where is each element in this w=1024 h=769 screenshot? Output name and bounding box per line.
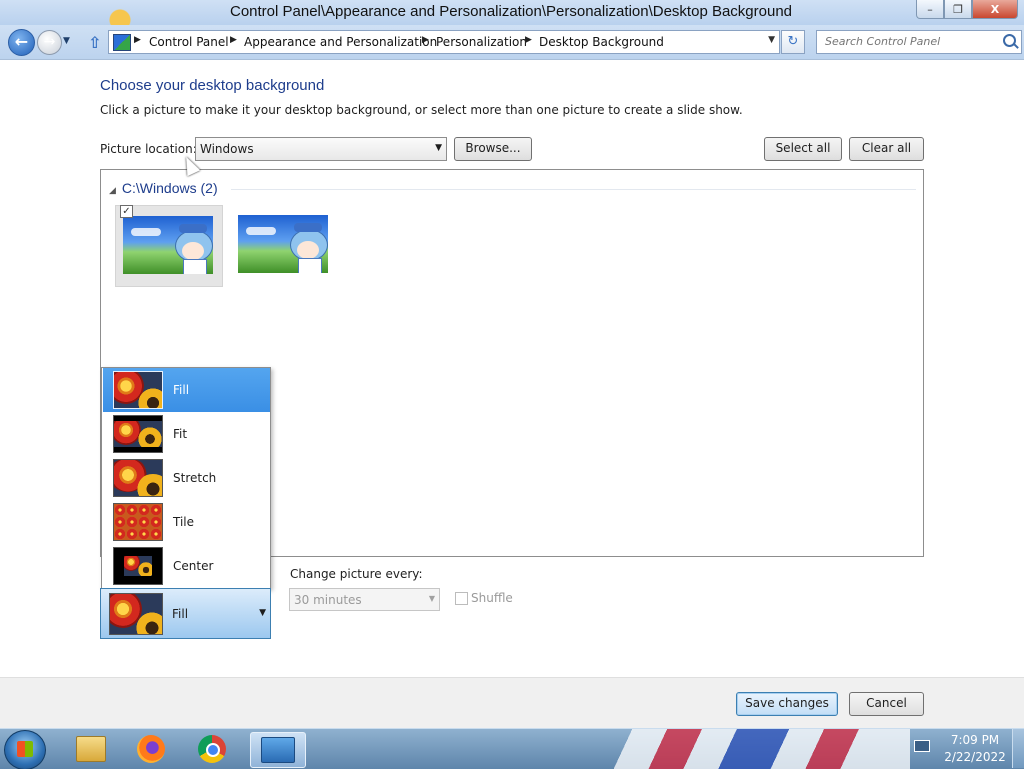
- breadcrumb-separator-icon[interactable]: ▶: [422, 35, 429, 45]
- window-title: Control Panel\Appearance and Personaliza…: [229, 3, 793, 20]
- back-arrow-icon: ←: [14, 32, 29, 51]
- control-panel-taskbar-icon[interactable]: [250, 732, 306, 768]
- change-picture-label: Change picture every:: [290, 567, 423, 581]
- chevron-down-icon: ▼: [259, 608, 266, 618]
- wallpaper-image: [238, 215, 328, 273]
- restore-icon: ❐: [953, 2, 963, 16]
- position-option-label: Tile: [173, 515, 195, 529]
- chrome-icon[interactable]: [192, 732, 232, 766]
- breadcrumb-control-panel[interactable]: Control Panel: [149, 35, 229, 49]
- position-option-label: Center: [173, 559, 214, 573]
- search-icon[interactable]: [1003, 34, 1016, 47]
- close-button[interactable]: X: [972, 0, 1018, 19]
- position-option-stretch[interactable]: Stretch: [103, 456, 270, 500]
- up-arrow-icon[interactable]: ⇧: [88, 33, 101, 52]
- group-divider: [231, 189, 916, 190]
- breadcrumb-separator-icon[interactable]: ▶: [230, 35, 237, 45]
- center-preview-icon: [113, 547, 163, 585]
- interval-value: 30 minutes: [294, 593, 362, 607]
- refresh-icon: ↻: [787, 34, 799, 49]
- breadcrumb-personalization[interactable]: Personalization: [436, 35, 527, 49]
- restore-button[interactable]: ❐: [944, 0, 972, 19]
- clock-date[interactable]: 2/22/2022: [943, 750, 1007, 764]
- stretch-preview-icon: [113, 459, 163, 497]
- picture-position-dropdown-list: Fill Fit Stretch Tile Center: [101, 367, 271, 589]
- chevron-down-icon: ▼: [435, 143, 442, 153]
- collapse-arrow-icon[interactable]: ◢: [109, 185, 116, 195]
- navigation-bar: ← → ▼ ⇧ ▶ Control Panel ▶ Appearance and…: [0, 25, 1024, 60]
- search-box[interactable]: [816, 30, 1022, 54]
- position-option-label: Fill: [173, 383, 190, 397]
- fill-preview-icon: [113, 371, 163, 409]
- chevron-down-icon: ▼: [428, 594, 435, 603]
- back-button[interactable]: ←: [8, 29, 35, 56]
- wallpaper-thumbnail[interactable]: [231, 205, 337, 285]
- address-dropdown-icon[interactable]: ▼: [768, 35, 775, 45]
- cancel-button[interactable]: Cancel: [849, 692, 924, 716]
- forward-arrow-icon: →: [43, 34, 56, 50]
- taskbar: [0, 728, 1024, 769]
- picture-location-value: Windows: [200, 142, 254, 156]
- minimize-icon: –: [927, 2, 933, 16]
- save-changes-button[interactable]: Save changes: [736, 692, 838, 716]
- picture-location-label: Picture location:: [100, 142, 197, 156]
- window-controls: – ❐ X: [916, 0, 1018, 20]
- minimize-button[interactable]: –: [916, 0, 944, 19]
- search-input[interactable]: [825, 35, 995, 48]
- close-icon: X: [990, 2, 1000, 16]
- breadcrumb-desktop-background[interactable]: Desktop Background: [539, 35, 664, 49]
- breadcrumb-separator-icon[interactable]: ▶: [525, 35, 532, 45]
- wallpaper-checkbox[interactable]: ✓: [120, 205, 133, 218]
- select-all-button[interactable]: Select all: [764, 137, 842, 161]
- tile-preview-icon: [113, 503, 163, 541]
- position-option-label: Fit: [173, 427, 188, 441]
- picture-position-value: Fill: [172, 607, 189, 621]
- fit-preview-icon: [113, 415, 163, 453]
- position-option-label: Stretch: [173, 471, 217, 485]
- control-panel-icon: [113, 34, 131, 51]
- picture-location-select[interactable]: Windows ▼: [195, 137, 447, 161]
- show-desktop-button[interactable]: [1012, 729, 1024, 768]
- browse-button[interactable]: Browse...: [454, 137, 532, 161]
- position-option-tile[interactable]: Tile: [103, 500, 270, 544]
- windows-explorer-icon[interactable]: [70, 732, 110, 766]
- title-bar: Control Panel\Appearance and Personaliza…: [0, 0, 1024, 60]
- breadcrumb-appearance[interactable]: Appearance and Personalization: [244, 35, 437, 49]
- wallpaper-image: [123, 216, 213, 274]
- position-option-fit[interactable]: Fit: [103, 412, 270, 456]
- shuffle-label: Shuffle: [471, 591, 513, 605]
- interval-select[interactable]: 30 minutes ▼: [289, 588, 440, 611]
- forward-button[interactable]: →: [37, 30, 62, 55]
- address-bar[interactable]: ▶ Control Panel ▶ Appearance and Persona…: [108, 30, 780, 54]
- fill-preview-icon: [109, 593, 163, 635]
- recent-pages-dropdown[interactable]: ▼: [63, 36, 70, 46]
- page-description: Click a picture to make it your desktop …: [100, 103, 743, 117]
- page-title: Choose your desktop background: [100, 77, 325, 94]
- group-header[interactable]: ◢ C:\Windows (2): [109, 180, 218, 196]
- firefox-icon[interactable]: [131, 732, 171, 766]
- breadcrumb-separator-icon[interactable]: ▶: [134, 35, 141, 45]
- taskbar-wallpaper-art: [580, 729, 910, 769]
- position-option-fill[interactable]: Fill: [103, 368, 270, 412]
- clear-all-button[interactable]: Clear all: [849, 137, 924, 161]
- position-option-center[interactable]: Center: [103, 544, 270, 588]
- start-orb-icon[interactable]: [4, 730, 46, 769]
- network-icon[interactable]: [914, 740, 930, 754]
- clock-time[interactable]: 7:09 PM: [943, 733, 1007, 747]
- group-title: C:\Windows (2): [121, 180, 218, 196]
- refresh-button[interactable]: ↻: [781, 30, 805, 54]
- picture-position-select[interactable]: Fill ▼: [100, 588, 271, 639]
- checkmark-icon: ✓: [122, 206, 131, 217]
- shuffle-checkbox[interactable]: [455, 592, 468, 605]
